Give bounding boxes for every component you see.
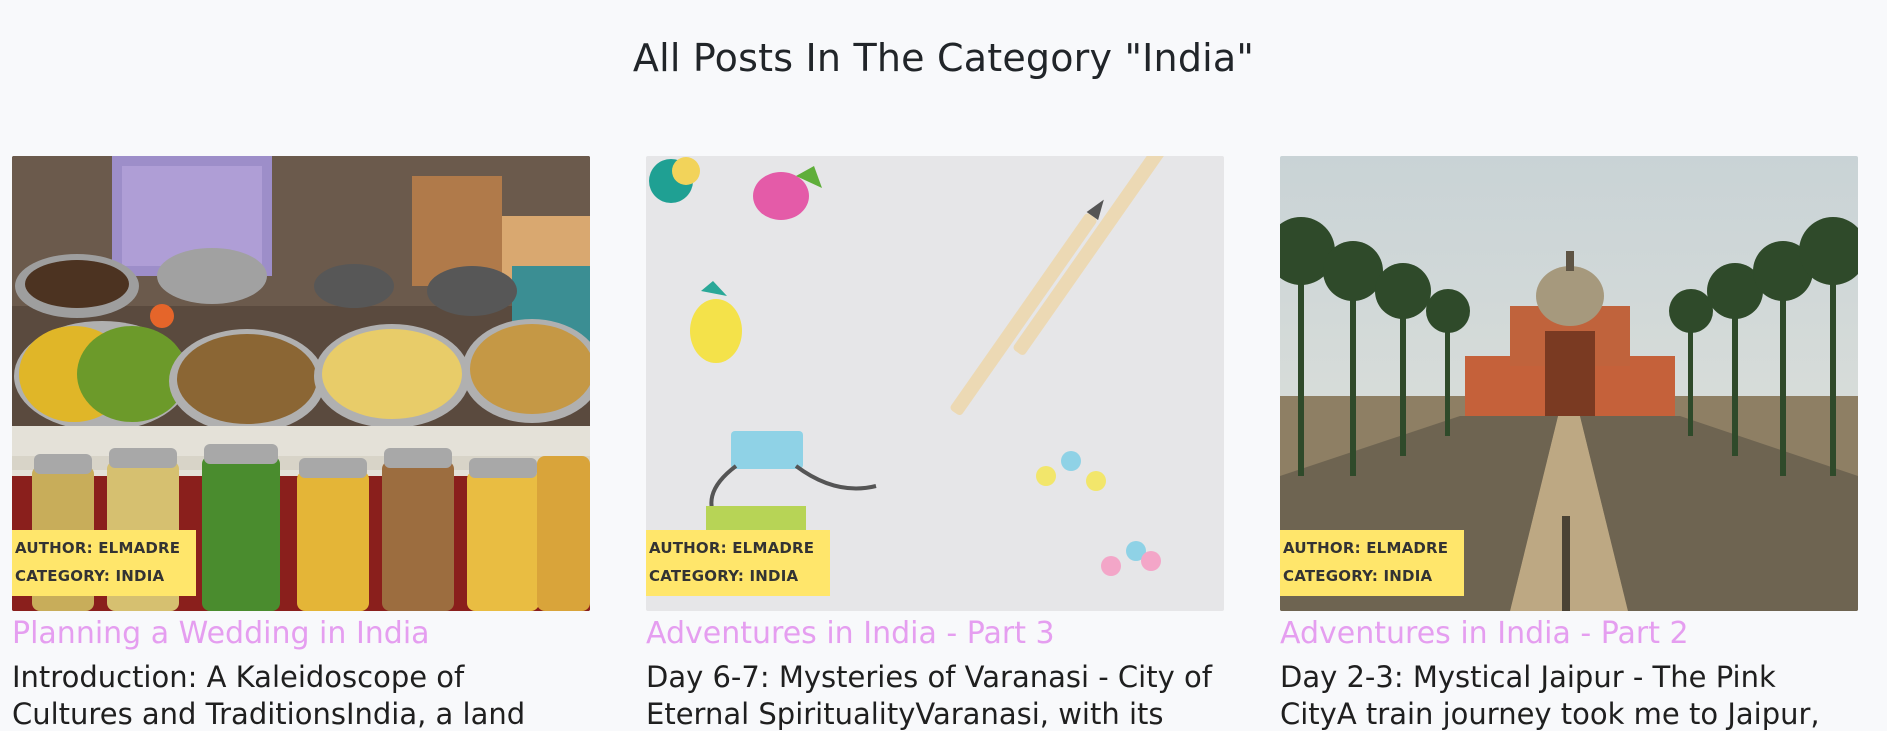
post-image[interactable]: AUTHOR: ELMADRE CATEGORY: INDIA bbox=[646, 156, 1224, 611]
post-image[interactable]: AUTHOR: ELMADRE CATEGORY: INDIA bbox=[1280, 156, 1858, 611]
posts-grid: AUTHOR: ELMADRE CATEGORY: INDIA Planning… bbox=[12, 156, 1858, 731]
post-meta-badge: AUTHOR: ELMADRE CATEGORY: INDIA bbox=[1280, 530, 1465, 596]
post-author: AUTHOR: ELMADRE bbox=[1283, 539, 1449, 557]
post-title-link[interactable]: Adventures in India - Part 2 bbox=[1280, 615, 1858, 653]
post-category: CATEGORY: INDIA bbox=[649, 567, 799, 585]
post-title-link[interactable]: Planning a Wedding in India bbox=[12, 615, 590, 653]
post-card[interactable]: AUTHOR: ELMADRE CATEGORY: INDIA Adventur… bbox=[646, 156, 1224, 731]
post-author: AUTHOR: ELMADRE bbox=[649, 539, 815, 557]
post-card[interactable]: AUTHOR: ELMADRE CATEGORY: INDIA Adventur… bbox=[1280, 156, 1858, 731]
page-title: All Posts In The Category "India" bbox=[632, 36, 1255, 80]
post-author: AUTHOR: ELMADRE bbox=[15, 539, 181, 557]
post-card[interactable]: AUTHOR: ELMADRE CATEGORY: INDIA Planning… bbox=[12, 156, 590, 731]
post-excerpt: Introduction: A Kaleidoscope of Cultures… bbox=[12, 660, 526, 731]
post-category: CATEGORY: INDIA bbox=[1283, 567, 1433, 585]
post-image[interactable]: AUTHOR: ELMADRE CATEGORY: INDIA bbox=[12, 156, 590, 611]
post-excerpt: Day 2-3: Mystical Jaipur - The Pink City… bbox=[1280, 660, 1820, 731]
post-title-link[interactable]: Adventures in India - Part 3 bbox=[646, 615, 1224, 653]
post-category: CATEGORY: INDIA bbox=[15, 567, 165, 585]
post-excerpt: Day 6-7: Mysteries of Varanasi - City of… bbox=[646, 660, 1212, 731]
post-meta-badge: AUTHOR: ELMADRE CATEGORY: INDIA bbox=[12, 530, 197, 596]
post-meta-badge: AUTHOR: ELMADRE CATEGORY: INDIA bbox=[646, 530, 831, 596]
